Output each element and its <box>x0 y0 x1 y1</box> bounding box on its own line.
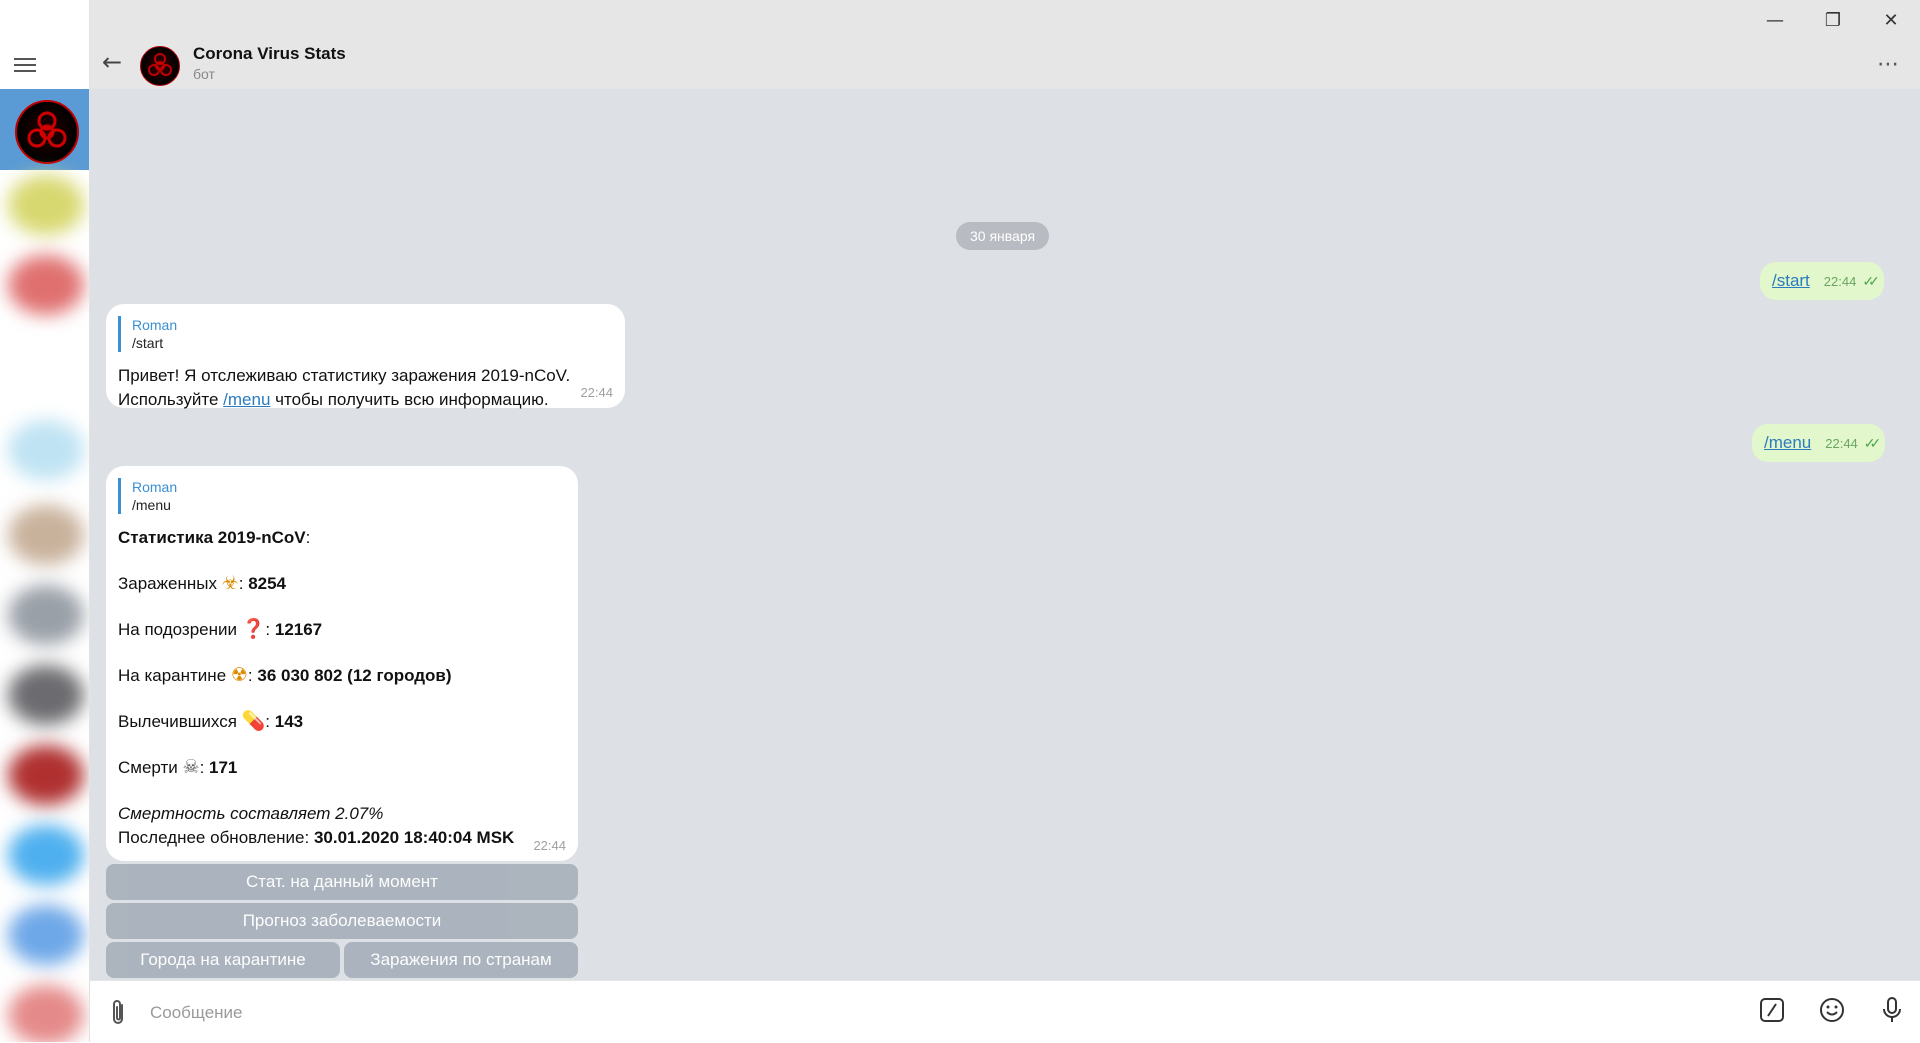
stat-quarantine: На карантине ☢: 36 030 802 (12 городов) <box>118 664 566 688</box>
bot-commands-icon[interactable] <box>1757 995 1787 1025</box>
stat-value: 143 <box>274 712 304 731</box>
stat-label: Зараженных <box>118 574 222 593</box>
stat-value: 12167 <box>274 620 323 639</box>
stat-value: 8254 <box>248 574 287 593</box>
back-arrow-icon[interactable]: ← <box>102 50 122 74</box>
message-text: Используйте /menu чтобы получить всю инф… <box>118 388 613 412</box>
stat-label: Последнее обновление: <box>118 828 314 847</box>
outgoing-message: /menu 22:44 ✓✓ <box>1752 424 1886 462</box>
command-link[interactable]: /menu <box>1764 433 1811 453</box>
biohazard-icon: ☣ <box>221 573 239 594</box>
keyboard-button-now[interactable]: Стат. на данный момент <box>106 864 578 900</box>
skull-crossbones-icon: ☠ <box>182 757 200 778</box>
double-check-icon: ✓✓ <box>1862 272 1880 289</box>
bot-avatar <box>15 100 79 164</box>
message-input-bar <box>90 980 1920 1043</box>
chat-list-item[interactable] <box>8 905 84 965</box>
chat-list-item[interactable] <box>8 505 84 565</box>
outgoing-message: /start 22:44 ✓✓ <box>1760 262 1884 300</box>
reply-author: Roman <box>132 479 178 495</box>
command-link[interactable]: /menu <box>223 390 270 409</box>
close-icon[interactable]: ✕ <box>1866 6 1916 34</box>
chat-list-item[interactable] <box>8 175 84 235</box>
stats-heading-text: Статистика 2019-nCoV <box>118 528 306 547</box>
keyboard-button-forecast[interactable]: Прогноз заболеваемости <box>106 903 578 939</box>
reply-author: Roman <box>132 317 178 333</box>
stat-mortality: Смертность составляет 2.07% <box>118 802 566 826</box>
message-text-part: Используйте <box>118 390 224 409</box>
chat-list-item[interactable] <box>8 745 84 805</box>
chat-list-sidebar <box>0 0 90 1042</box>
stat-recovered: Вылечившихся 💊: 143 <box>118 710 566 734</box>
chat-list-item[interactable] <box>8 985 84 1042</box>
stats-message: Roman /menu Статистика 2019-nCoV: Зараже… <box>106 466 578 861</box>
stat-suspected: На подозрении ❓: 12167 <box>118 618 566 642</box>
menu-icon[interactable] <box>14 58 36 74</box>
microphone-icon[interactable] <box>1877 995 1907 1025</box>
message-time: 22:44 <box>580 385 613 400</box>
stat-updated: Последнее обновление: 30.01.2020 18:40:0… <box>118 826 566 850</box>
stats-heading: Статистика 2019-nCoV: <box>118 526 566 550</box>
message-time: 22:44 <box>1825 435 1858 451</box>
chat-list-item[interactable] <box>8 665 84 725</box>
chat-list-item[interactable] <box>8 585 84 645</box>
paperclip-icon[interactable] <box>108 999 128 1033</box>
mortality-text: Смертность составляет 2.07% <box>118 804 384 823</box>
biohazard-icon <box>27 111 67 148</box>
reply-quote[interactable]: Roman /menu <box>118 478 566 514</box>
stat-label: На карантине <box>118 666 231 685</box>
keyboard-button-countries[interactable]: Заражения по странам <box>344 942 578 978</box>
minimize-icon[interactable]: — <box>1750 6 1800 34</box>
reply-text: /start <box>132 335 164 351</box>
message-area: 30 января /start 22:44 ✓✓ Roman /start П… <box>90 89 1920 980</box>
double-check-icon: ✓✓ <box>1863 434 1882 451</box>
chat-header: — ❐ ✕ ← Corona Virus Stats бот ⋯ <box>90 0 1920 89</box>
restore-icon[interactable]: ❐ <box>1808 6 1858 34</box>
message-time: 22:44 <box>533 838 566 853</box>
stat-separator: : <box>265 620 275 639</box>
chat-list-item[interactable] <box>8 420 84 480</box>
message-text: Привет! Я отслеживаю статистику заражени… <box>118 366 571 385</box>
question-mark-icon: ❓ <box>241 619 266 640</box>
stat-infected: Зараженных ☣: 8254 <box>118 572 566 596</box>
stat-deaths: Смерти ☠: 171 <box>118 756 566 780</box>
stat-separator: : <box>247 666 258 685</box>
chat-list-item[interactable] <box>8 825 84 885</box>
incoming-message: Roman /start Привет! Я отслеживаю статис… <box>106 304 625 409</box>
reply-text: /menu <box>132 497 171 513</box>
stat-label: Смерти <box>118 758 183 777</box>
chat-list-item[interactable] <box>8 255 84 315</box>
stat-value: 30.01.2020 18:40:04 MSK <box>313 828 515 847</box>
biohazard-icon <box>148 53 172 76</box>
command-link[interactable]: /start <box>1772 271 1810 291</box>
stat-value: 171 <box>209 758 238 777</box>
stat-value: 36 030 802 (12 городов) <box>257 666 452 685</box>
more-options-icon[interactable]: ⋯ <box>1877 52 1900 77</box>
reply-quote[interactable]: Roman /start <box>118 316 613 352</box>
message-input[interactable] <box>148 995 1752 1031</box>
message-text-part: чтобы получить всю информацию. <box>270 390 549 409</box>
chat-subtitle: бот <box>193 66 215 82</box>
emoji-icon[interactable] <box>1817 995 1847 1025</box>
stat-label: На подозрении <box>118 620 242 639</box>
stat-separator: : <box>199 758 210 777</box>
keyboard-button-cities[interactable]: Города на карантине <box>106 942 340 978</box>
chat-avatar[interactable] <box>140 46 180 86</box>
date-separator: 30 января <box>956 222 1050 250</box>
radioactive-icon: ☢ <box>230 665 248 686</box>
pill-icon: 💊 <box>241 711 266 732</box>
chat-title[interactable]: Corona Virus Stats <box>193 44 346 64</box>
stat-separator: : <box>265 712 275 731</box>
stat-label: Вылечившихся <box>118 712 242 731</box>
stat-separator: : <box>238 574 249 593</box>
stats-heading-colon: : <box>305 528 311 547</box>
message-time: 22:44 <box>1823 273 1857 289</box>
